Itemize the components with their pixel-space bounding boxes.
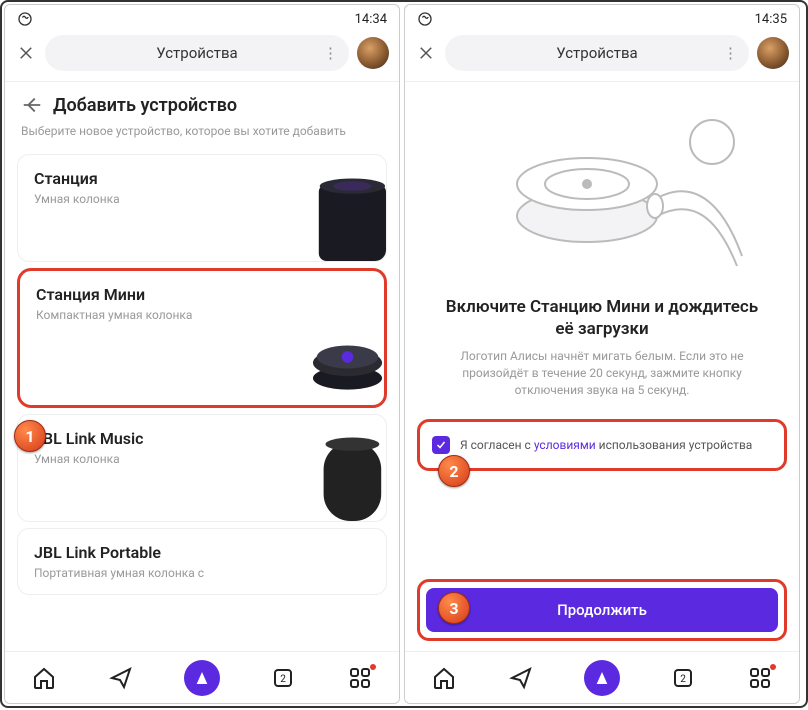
page-subheader: Добавить устройство xyxy=(5,82,399,124)
device-card-station[interactable]: Станция Умная колонка xyxy=(17,154,387,262)
device-card-jbl-portable[interactable]: JBL Link Portable Портативная умная коло… xyxy=(17,528,387,595)
home-icon[interactable] xyxy=(430,664,458,692)
services-icon[interactable] xyxy=(346,664,374,692)
app-header: Устройства ⋮ xyxy=(405,29,799,82)
device-title: JBL Link Portable xyxy=(34,543,370,562)
checkbox-checked-icon[interactable] xyxy=(432,436,450,454)
device-thumb xyxy=(288,309,384,405)
kebab-icon[interactable]: ⋮ xyxy=(723,44,737,62)
close-icon[interactable] xyxy=(415,42,437,64)
send-icon[interactable] xyxy=(107,664,135,692)
whatsapp-icon xyxy=(17,11,33,27)
status-time: 14:34 xyxy=(355,12,387,27)
notification-dot xyxy=(370,664,376,670)
status-time: 14:35 xyxy=(755,12,787,27)
alice-icon[interactable] xyxy=(184,660,220,696)
avatar[interactable] xyxy=(357,37,389,69)
device-desc: Портативная умная колонка с xyxy=(34,566,370,580)
bottom-nav: 2 xyxy=(405,651,799,703)
svg-text:2: 2 xyxy=(680,674,686,685)
device-thumb xyxy=(290,165,386,261)
status-bar: 14:35 xyxy=(405,5,799,29)
device-list: Станция Умная колонка Станция Мини Компа… xyxy=(5,148,399,651)
header-title: Устройства xyxy=(556,44,637,62)
device-card-station-mini[interactable]: Станция Мини Компактная умная колонка xyxy=(17,268,387,408)
send-icon[interactable] xyxy=(507,664,535,692)
step-badge-1: 1 xyxy=(14,420,46,452)
instruction-title: Включите Станцию Мини и дождитесь её заг… xyxy=(405,286,799,348)
whatsapp-icon xyxy=(417,11,433,27)
consent-text: Я согласен с условиями использования уст… xyxy=(460,438,752,452)
avatar[interactable] xyxy=(757,37,789,69)
bottom-nav: 2 xyxy=(5,651,399,703)
header-title-pill[interactable]: Устройства ⋮ xyxy=(445,35,749,71)
consent-row[interactable]: Я согласен с условиями использования уст… xyxy=(417,419,787,471)
step-badge-2: 2 xyxy=(438,455,470,487)
device-thumb xyxy=(290,425,386,521)
device-title: Станция Мини xyxy=(36,285,368,304)
cta-highlight: Продолжить xyxy=(417,579,787,641)
header-title: Устройства xyxy=(156,44,237,62)
setup-illustration xyxy=(405,82,799,286)
app-header: Устройства ⋮ xyxy=(5,29,399,82)
tabs-icon[interactable]: 2 xyxy=(269,664,297,692)
device-card-jbl-music[interactable]: JBL Link Music Умная колонка xyxy=(17,414,387,522)
page-hint: Выберите новое устройство, которое вы хо… xyxy=(5,124,399,148)
status-bar: 14:34 xyxy=(5,5,399,29)
kebab-icon[interactable]: ⋮ xyxy=(323,44,337,62)
notification-dot xyxy=(770,664,776,670)
svg-text:2: 2 xyxy=(280,674,286,685)
services-icon[interactable] xyxy=(746,664,774,692)
close-icon[interactable] xyxy=(15,42,37,64)
header-title-pill[interactable]: Устройства ⋮ xyxy=(45,35,349,71)
page-title: Добавить устройство xyxy=(53,95,237,116)
back-arrow-icon[interactable] xyxy=(21,94,43,116)
instruction-body: Логотип Алисы начнёт мигать белым. Если … xyxy=(405,348,799,412)
tabs-icon[interactable]: 2 xyxy=(669,664,697,692)
step-badge-3: 3 xyxy=(438,592,470,624)
terms-link[interactable]: условиями xyxy=(534,438,596,452)
home-icon[interactable] xyxy=(30,664,58,692)
alice-icon[interactable] xyxy=(584,660,620,696)
phone-left: 14:34 Устройства ⋮ Добавить устройство В… xyxy=(4,4,400,704)
continue-button[interactable]: Продолжить xyxy=(426,588,778,632)
